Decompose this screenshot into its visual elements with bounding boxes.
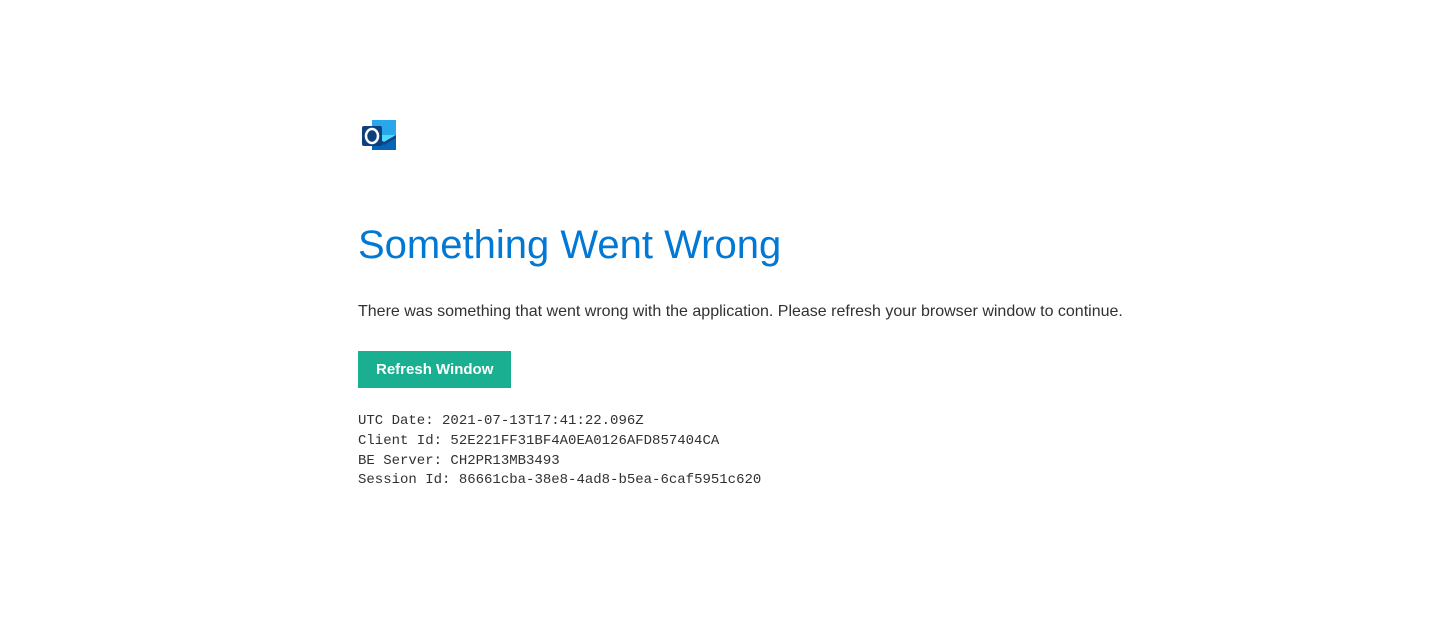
error-details: UTC Date: 2021-07-13T17:41:22.096Z Clien… [358, 412, 1258, 490]
client-id-value: 52E221FF31BF4A0EA0126AFD857404CA [450, 433, 719, 449]
be-server-value: CH2PR13MB3493 [450, 453, 559, 469]
client-id-label: Client Id: [358, 433, 450, 449]
utc-date-line: UTC Date: 2021-07-13T17:41:22.096Z [358, 412, 1258, 432]
be-server-line: BE Server: CH2PR13MB3493 [358, 452, 1258, 472]
utc-date-label: UTC Date: [358, 413, 442, 429]
outlook-logo-icon [358, 114, 1258, 161]
error-heading: Something Went Wrong [358, 221, 1258, 269]
error-container: Something Went Wrong There was something… [358, 114, 1258, 491]
refresh-window-button[interactable]: Refresh Window [358, 351, 511, 388]
client-id-line: Client Id: 52E221FF31BF4A0EA0126AFD85740… [358, 432, 1258, 452]
session-id-value: 86661cba-38e8-4ad8-b5ea-6caf5951c620 [459, 472, 761, 488]
session-id-label: Session Id: [358, 472, 459, 488]
be-server-label: BE Server: [358, 453, 450, 469]
session-id-line: Session Id: 86661cba-38e8-4ad8-b5ea-6caf… [358, 471, 1258, 491]
error-description: There was something that went wrong with… [358, 301, 1258, 323]
utc-date-value: 2021-07-13T17:41:22.096Z [442, 413, 644, 429]
